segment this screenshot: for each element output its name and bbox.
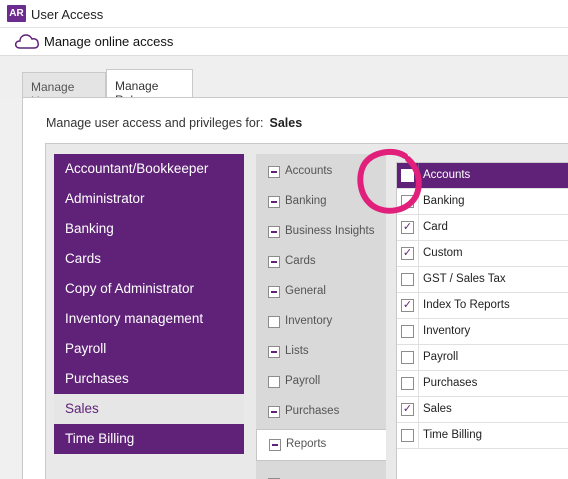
- report-item-gst-sales-tax[interactable]: GST / Sales Tax: [397, 267, 568, 293]
- report-item-label: Time Billing: [423, 429, 483, 441]
- category-item-lists[interactable]: Lists: [256, 337, 386, 367]
- report-item-purchases[interactable]: Purchases: [397, 371, 568, 397]
- manage-caption: Manage user access and privileges for: Sa…: [46, 116, 302, 130]
- report-checkbox[interactable]: ✓: [401, 299, 414, 312]
- report-checkbox[interactable]: ✓: [401, 247, 414, 260]
- role-item-inventory-management[interactable]: Inventory management: [54, 304, 244, 334]
- report-item-index-to-reports[interactable]: ✓ Index To Reports: [397, 293, 568, 319]
- category-label: Purchases: [285, 405, 340, 417]
- category-checkbox[interactable]: [269, 439, 281, 451]
- category-item-banking[interactable]: Banking: [256, 187, 386, 217]
- report-item-sales[interactable]: ✓ Sales: [397, 397, 568, 423]
- report-item-accounts[interactable]: Accounts: [397, 163, 568, 189]
- report-item-label: Index To Reports: [423, 299, 510, 311]
- category-label: Banking: [285, 195, 327, 207]
- app-logo: AR: [7, 5, 26, 22]
- category-item-reports[interactable]: Reports: [256, 429, 386, 461]
- category-checkbox[interactable]: [268, 376, 280, 388]
- title-bar: AR User Access: [0, 0, 568, 28]
- report-item-label: Sales: [423, 403, 452, 415]
- category-label: Lists: [285, 345, 309, 357]
- category-item-cards[interactable]: Cards: [256, 247, 386, 277]
- window-title: User Access: [31, 7, 104, 22]
- tab-manage-users[interactable]: Manage Users: [22, 72, 106, 108]
- page-title: Manage online access: [44, 34, 174, 49]
- category-checkbox[interactable]: [268, 316, 280, 328]
- manage-roles-panel: Manage user access and privileges for: Sa…: [22, 97, 568, 479]
- category-item-accounts[interactable]: Accounts: [256, 157, 386, 187]
- role-item-copy-of-administrator[interactable]: Copy of Administrator: [54, 274, 244, 304]
- category-label: Business Insights: [285, 225, 375, 237]
- report-item-inventory[interactable]: Inventory: [397, 319, 568, 345]
- report-item-label: Purchases: [423, 377, 478, 389]
- role-item-administrator[interactable]: Administrator: [54, 184, 244, 214]
- role-item-payroll[interactable]: Payroll: [54, 334, 244, 364]
- category-checkbox[interactable]: [268, 196, 280, 208]
- report-item-label: GST / Sales Tax: [423, 273, 506, 285]
- tab-manage-roles[interactable]: Manage Roles: [106, 69, 193, 107]
- report-checkbox[interactable]: [401, 325, 414, 338]
- category-list: Accounts Banking Business Insights Cards…: [256, 154, 386, 479]
- category-checkbox[interactable]: [268, 226, 280, 238]
- selected-role-name: Sales: [269, 116, 303, 130]
- report-privileges-list: Accounts Banking ✓ Card ✓ Custom GST / S…: [396, 162, 568, 479]
- role-item-banking[interactable]: Banking: [54, 214, 244, 244]
- privileges-panel: Accountant/Bookkeeper Administrator Bank…: [45, 143, 568, 479]
- report-item-label: Inventory: [423, 325, 471, 337]
- category-item-next-partial[interactable]: [256, 469, 386, 479]
- category-label: Cards: [285, 255, 316, 267]
- category-item-inventory[interactable]: Inventory: [256, 307, 386, 337]
- category-checkbox[interactable]: [268, 166, 280, 178]
- category-checkbox[interactable]: [268, 346, 280, 358]
- category-checkbox[interactable]: [268, 406, 280, 418]
- category-label: Reports: [286, 438, 327, 450]
- category-label: Inventory: [285, 315, 333, 327]
- category-label: General: [285, 285, 326, 297]
- manage-caption-prefix: Manage user access and privileges for:: [46, 116, 264, 130]
- category-label: Payroll: [285, 375, 321, 387]
- report-checkbox[interactable]: ✓: [401, 221, 414, 234]
- report-checkbox[interactable]: ✓: [401, 403, 414, 416]
- category-label: Accounts: [285, 165, 333, 177]
- role-list: Accountant/Bookkeeper Administrator Bank…: [54, 154, 244, 454]
- category-checkbox[interactable]: [268, 286, 280, 298]
- report-item-card[interactable]: ✓ Card: [397, 215, 568, 241]
- role-item-sales[interactable]: Sales: [54, 394, 244, 424]
- report-item-label: Custom: [423, 247, 463, 259]
- report-item-time-billing[interactable]: Time Billing: [397, 423, 568, 449]
- page-header: Manage online access: [0, 28, 568, 56]
- category-item-general[interactable]: General: [256, 277, 386, 307]
- report-item-label: Card: [423, 221, 448, 233]
- report-item-label: Accounts: [423, 169, 471, 181]
- report-checkbox[interactable]: [401, 351, 414, 364]
- report-checkbox[interactable]: [401, 195, 414, 208]
- category-item-purchases[interactable]: Purchases: [256, 397, 386, 427]
- report-item-label: Payroll: [423, 351, 459, 363]
- category-checkbox[interactable]: [268, 256, 280, 268]
- tab-bar: Manage Users Manage Roles: [0, 56, 568, 108]
- report-checkbox[interactable]: [401, 273, 414, 286]
- report-checkbox[interactable]: [401, 429, 414, 442]
- report-item-payroll[interactable]: Payroll: [397, 345, 568, 371]
- role-item-purchases[interactable]: Purchases: [54, 364, 244, 394]
- role-item-accountant-bookkeeper[interactable]: Accountant/Bookkeeper: [54, 154, 244, 184]
- report-item-custom[interactable]: ✓ Custom: [397, 241, 568, 267]
- category-item-business-insights[interactable]: Business Insights: [256, 217, 386, 247]
- role-item-cards[interactable]: Cards: [54, 244, 244, 274]
- cloud-icon: [14, 34, 39, 49]
- role-item-time-billing[interactable]: Time Billing: [54, 424, 244, 454]
- report-checkbox[interactable]: [401, 377, 414, 390]
- report-item-banking[interactable]: Banking: [397, 189, 568, 215]
- report-checkbox[interactable]: [401, 169, 414, 182]
- category-item-payroll[interactable]: Payroll: [256, 367, 386, 397]
- report-item-label: Banking: [423, 195, 465, 207]
